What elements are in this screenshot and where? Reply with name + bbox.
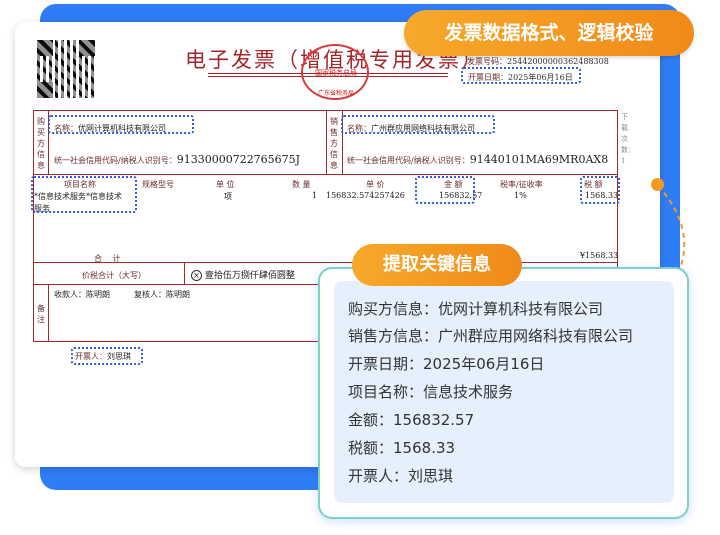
row-unit: 项 (224, 192, 232, 201)
extracted-tax: 税额：1568.33 (348, 439, 456, 457)
x-circle-icon: × (191, 270, 202, 281)
extracted-amount: 金额：156832.57 (348, 411, 475, 429)
row-qty: 1 (312, 191, 318, 200)
header-price: 单 价 (366, 180, 385, 189)
extracted-seller: 销售方信息：广州群应用网络科技有限公司 (348, 327, 634, 345)
extracted-date: 开票日期：2025年06月16日 (348, 355, 545, 373)
total-tax: ¥1568.33 (580, 251, 619, 260)
header-unit: 单 位 (216, 180, 235, 189)
header-rate: 税率/征收率 (500, 180, 543, 189)
extracted-drawer: 开票人：刘思琪 (348, 467, 454, 485)
item-highlight (31, 176, 137, 213)
extracted-item: 项目名称：信息技术服务 (348, 383, 514, 401)
row-rate: 1% (514, 191, 527, 200)
drawer-highlight (71, 347, 143, 365)
extract-badge: 提取关键信息 (352, 244, 522, 286)
extracted-buyer: 购买方信息：优网计算机科技有限公司 (348, 300, 604, 318)
seller-tax-id: 统一社会信用代码/纳税人识别号：91440101MA69MR0AX8 (347, 153, 609, 166)
qr-code-icon (37, 40, 95, 98)
total-label: 合 计 (94, 254, 125, 263)
amount-highlight (415, 176, 475, 204)
invoice-number: 发票号码：25442000000362488308 (467, 57, 609, 66)
validation-badge: 发票数据格式、逻辑校验 (404, 10, 694, 56)
header-spec: 规格型号 (142, 180, 174, 189)
seal-text-1: 国家税务总局 (315, 69, 357, 77)
buyer-highlight (48, 115, 194, 134)
seal-text-2: 广东省税务局 (317, 90, 354, 97)
buyer-tax-id: 统一社会信用代码/纳税人识别号：91330000722765675J (54, 153, 301, 166)
remark-vertical-label: 备注 (37, 304, 45, 324)
header-qty: 数 量 (292, 180, 311, 189)
download-count-note: 下载次数：1 (621, 113, 635, 165)
seller-vertical-label: 销售方信息 (330, 117, 338, 170)
payee: 收款人：陈明朗 (54, 290, 110, 299)
seller-highlight (341, 115, 495, 134)
tax-highlight (580, 176, 620, 204)
grand-total-words: × 壹拾伍万捌仟肆佰圆整 (191, 268, 295, 281)
buyer-vertical-label: 购买方信息 (37, 117, 45, 170)
date-highlight (461, 67, 581, 84)
grand-total-label: 价税合计（大写） (82, 271, 146, 280)
reviewer: 复核人：陈明朗 (134, 290, 190, 299)
row-price: 156832.574257426 (326, 191, 405, 200)
